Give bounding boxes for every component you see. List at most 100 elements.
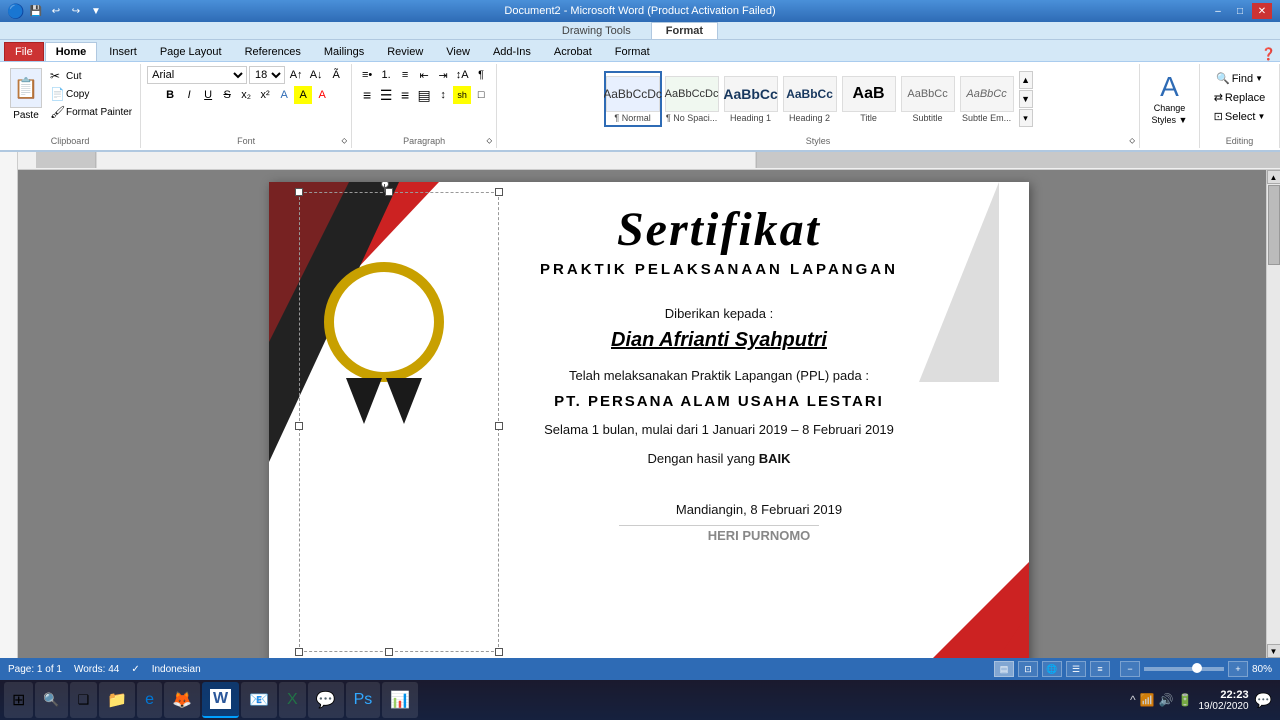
tray-up-icon[interactable]: ^ — [1130, 693, 1136, 707]
strikethrough-button[interactable]: S — [218, 86, 236, 104]
tab-home[interactable]: Home — [45, 42, 98, 61]
redo-icon[interactable]: ↪ — [68, 3, 84, 19]
taskbar-photoshop[interactable]: Ps — [346, 682, 381, 718]
style-subtle-em[interactable]: AaBbCc Subtle Em... — [958, 71, 1016, 127]
decrease-indent-button[interactable]: ⇤ — [415, 66, 433, 84]
subscript-button[interactable]: x₂ — [237, 86, 255, 104]
font-color-button[interactable]: A — [313, 86, 331, 104]
styles-scroll-up[interactable]: ▲ — [1019, 71, 1033, 89]
find-button[interactable]: 🔍 Find ▼ — [1212, 70, 1267, 87]
cut-button[interactable]: ✂ Cut — [48, 68, 134, 84]
text-effects-button[interactable]: A — [275, 86, 293, 104]
handle-br[interactable] — [495, 648, 503, 656]
spell-check-icon[interactable]: ✓ — [131, 664, 139, 675]
change-styles-button[interactable]: A ChangeStyles ▼ — [1148, 67, 1192, 130]
line-spacing-button[interactable]: ↕ — [434, 86, 452, 104]
copy-button[interactable]: 📄 Copy — [48, 86, 134, 102]
increase-indent-button[interactable]: ⇥ — [434, 66, 452, 84]
show-formatting-button[interactable]: ¶ — [472, 66, 490, 84]
multilevel-button[interactable]: ≡ — [396, 66, 414, 84]
handle-bc[interactable] — [385, 648, 393, 656]
taskbar-word[interactable]: W — [202, 682, 239, 718]
full-screen-button[interactable]: ⊡ — [1018, 661, 1038, 677]
customize-qa-icon[interactable]: ▼ — [88, 3, 104, 19]
tab-format-drawing[interactable]: Format — [604, 42, 661, 61]
taskbar-excel[interactable]: X — [279, 682, 306, 718]
taskbar-edge[interactable]: e — [137, 682, 162, 718]
font-size-select[interactable]: 18 — [249, 66, 285, 84]
start-button[interactable]: ⊞ — [4, 682, 33, 718]
replace-button[interactable]: ⇄ Replace — [1210, 89, 1270, 106]
handle-ml[interactable] — [295, 422, 303, 430]
font-dialog-launcher[interactable]: ⬦ — [342, 136, 348, 146]
shrink-font-button[interactable]: A↓ — [307, 66, 325, 84]
style-no-spacing[interactable]: AaBbCcDc ¶ No Spaci... — [663, 71, 721, 127]
taskbar-outlook[interactable]: 📧 — [241, 682, 277, 718]
style-normal[interactable]: AaBbCcDc ¶ Normal — [604, 71, 662, 127]
select-button[interactable]: ⊡ Select ▼ — [1210, 108, 1270, 125]
tab-insert[interactable]: Insert — [98, 42, 148, 61]
paragraph-dialog-launcher[interactable]: ⬦ — [487, 136, 493, 146]
tab-view[interactable]: View — [435, 42, 481, 61]
language-status[interactable]: Indonesian — [152, 664, 201, 675]
paste-button[interactable]: 📋 Paste — [6, 66, 46, 123]
taskbar-firefox[interactable]: 🦊 — [164, 682, 200, 718]
task-view-button[interactable]: ❑ — [70, 682, 98, 718]
numbering-button[interactable]: 1. — [377, 66, 395, 84]
network-icon[interactable]: 📶 — [1140, 693, 1155, 707]
highlight-button[interactable]: A — [294, 86, 312, 104]
scroll-track[interactable] — [1267, 184, 1280, 644]
notification-icon[interactable]: 💬 — [1255, 692, 1272, 709]
tab-file[interactable]: File — [4, 42, 44, 61]
taskbar-teams[interactable]: 💬 — [308, 682, 344, 718]
font-name-select[interactable]: Arial — [147, 66, 247, 84]
styles-scroll-down[interactable]: ▼ — [1019, 90, 1033, 108]
maximize-button[interactable]: □ — [1230, 3, 1250, 19]
zoom-slider[interactable] — [1144, 667, 1224, 671]
style-title[interactable]: AaB Title — [840, 71, 898, 127]
battery-icon[interactable]: 🔋 — [1178, 693, 1193, 707]
save-icon[interactable]: 💾 — [28, 3, 44, 19]
align-left-button[interactable]: ≡ — [358, 86, 376, 104]
search-button[interactable]: 🔍 — [35, 682, 67, 718]
format-painter-button[interactable]: 🖌 Format Painter — [48, 104, 134, 120]
volume-icon[interactable]: 🔊 — [1159, 693, 1174, 707]
style-subtitle[interactable]: AaBbCc Subtitle — [899, 71, 957, 127]
scroll-down-button[interactable]: ▼ — [1267, 644, 1280, 658]
taskbar-file-explorer[interactable]: 📁 — [99, 682, 135, 718]
superscript-button[interactable]: x² — [256, 86, 274, 104]
vertical-scrollbar[interactable]: ▲ ▼ — [1266, 170, 1280, 658]
zoom-out-button[interactable]: − — [1120, 661, 1140, 677]
handle-tr[interactable] — [495, 188, 503, 196]
taskbar-app9[interactable]: 📊 — [382, 682, 418, 718]
bold-button[interactable]: B — [161, 86, 179, 104]
handle-tl[interactable] — [295, 188, 303, 196]
bullets-button[interactable]: ≡• — [358, 66, 376, 84]
borders-button[interactable]: □ — [472, 86, 490, 104]
sort-button[interactable]: ↕A — [453, 66, 471, 84]
minimize-button[interactable]: – — [1208, 3, 1228, 19]
handle-mr[interactable] — [495, 422, 503, 430]
styles-dialog-launcher[interactable]: ⬦ — [1129, 136, 1135, 146]
align-right-button[interactable]: ≡ — [396, 86, 414, 104]
help-icon[interactable]: ❓ — [1261, 47, 1276, 61]
styles-expand[interactable]: ▾ — [1019, 109, 1033, 127]
tab-add-ins[interactable]: Add-Ins — [482, 42, 542, 61]
italic-button[interactable]: I — [180, 86, 198, 104]
tab-format[interactable]: Format — [651, 22, 718, 39]
handle-tc[interactable] — [385, 188, 393, 196]
clear-format-button[interactable]: Ã — [327, 66, 345, 84]
style-heading2[interactable]: AaBbCc Heading 2 — [781, 71, 839, 127]
scroll-up-button[interactable]: ▲ — [1267, 170, 1280, 184]
tab-acrobat[interactable]: Acrobat — [543, 42, 603, 61]
tab-page-layout[interactable]: Page Layout — [149, 42, 233, 61]
justify-button[interactable]: ▤ — [415, 86, 433, 104]
scroll-thumb[interactable] — [1268, 185, 1280, 265]
web-layout-button[interactable]: 🌐 — [1042, 661, 1062, 677]
tab-references[interactable]: References — [234, 42, 312, 61]
shading-button[interactable]: sh — [453, 86, 471, 104]
draft-button[interactable]: ≡ — [1090, 661, 1110, 677]
undo-icon[interactable]: ↩ — [48, 3, 64, 19]
tab-review[interactable]: Review — [376, 42, 434, 61]
handle-bl[interactable] — [295, 648, 303, 656]
